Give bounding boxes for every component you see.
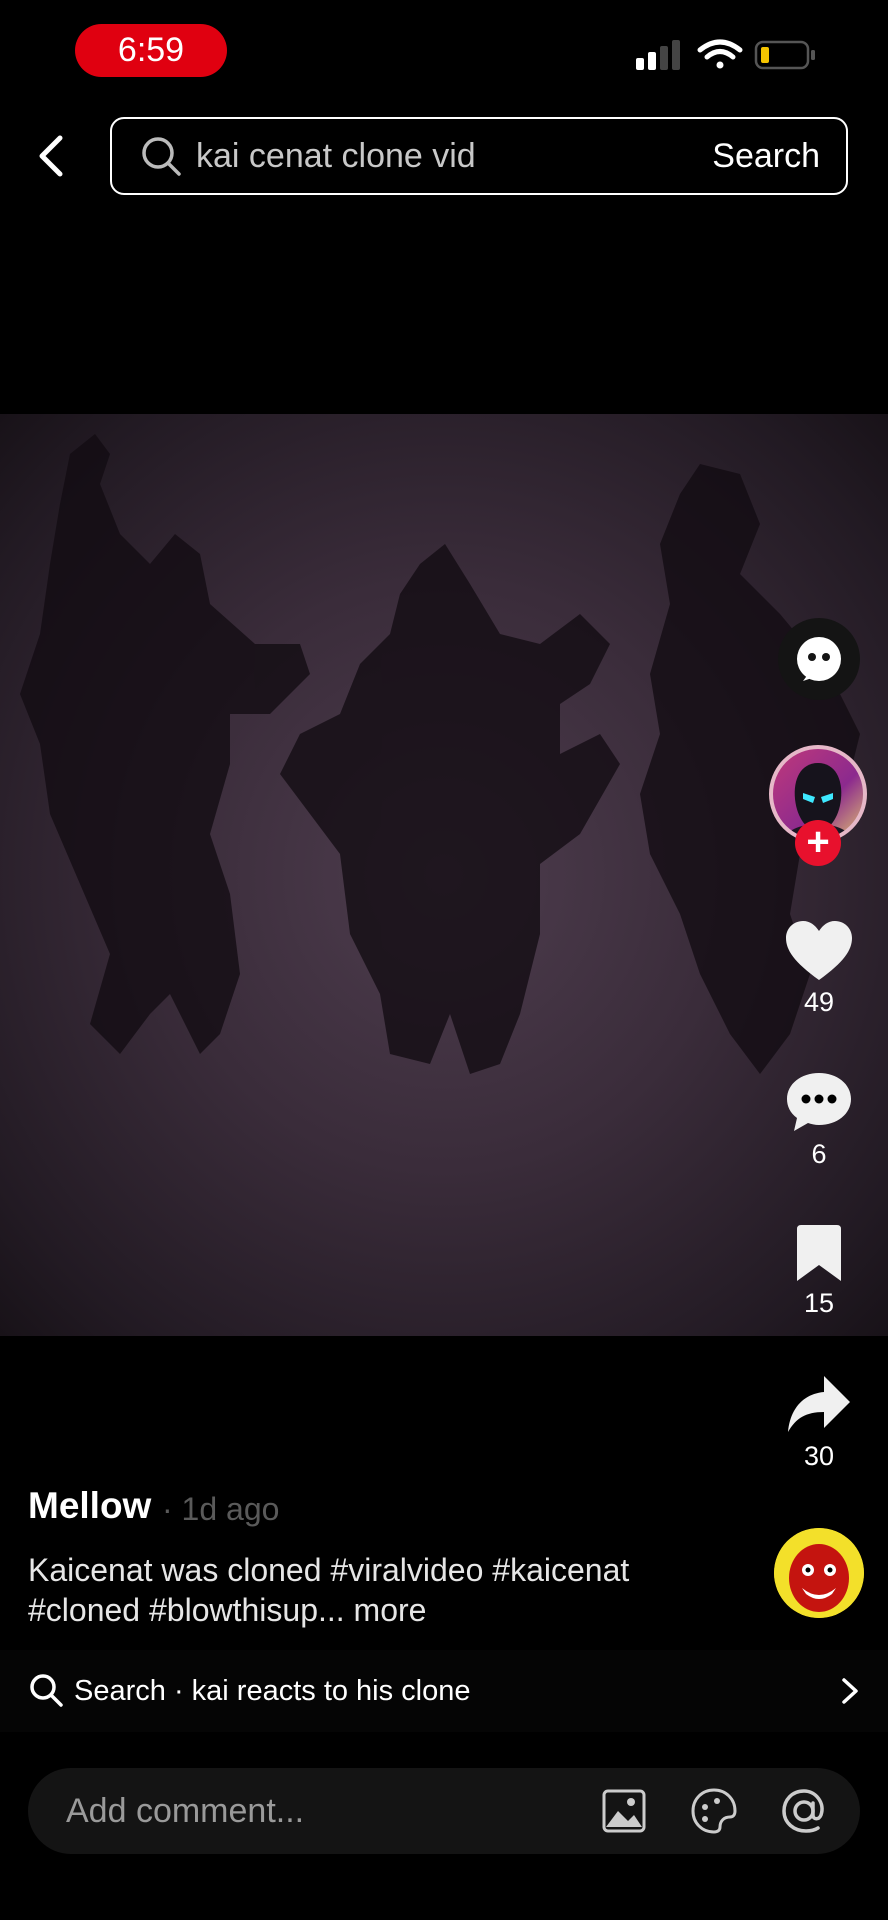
plus-icon: + xyxy=(806,820,830,864)
video-frame-silhouettes xyxy=(20,434,860,1074)
caption-more-link[interactable]: more xyxy=(354,1592,427,1628)
search-icon xyxy=(28,1672,64,1713)
status-time: 6:59 xyxy=(75,24,227,77)
heart-icon xyxy=(786,921,852,980)
sticker-icon[interactable] xyxy=(690,1787,738,1835)
comment-count: 6 xyxy=(811,1139,827,1169)
follow-button[interactable]: + xyxy=(795,820,841,866)
caption-text: Kaicenat was cloned #viralvideo #kaicena… xyxy=(28,1552,630,1628)
at-mention-icon[interactable] xyxy=(780,1787,828,1835)
chevron-right-icon xyxy=(838,1676,862,1711)
save-button[interactable]: 15 xyxy=(769,1225,869,1319)
post-caption[interactable]: Kaicenat was cloned #viralvideo #kaicena… xyxy=(28,1550,688,1630)
image-icon[interactable] xyxy=(600,1787,648,1835)
post-username[interactable]: Mellow xyxy=(28,1485,151,1527)
related-search-row[interactable]: Search · kai reacts to his clone xyxy=(0,1650,888,1732)
status-icons xyxy=(628,36,828,80)
search-bar[interactable]: kai cenat clone vid Search xyxy=(110,117,848,195)
music-disc[interactable] xyxy=(774,1528,864,1618)
search-button[interactable]: Search xyxy=(712,119,820,193)
battery-low-icon xyxy=(754,40,815,70)
sound-cover-image xyxy=(774,1528,864,1618)
ai-bot-icon xyxy=(797,637,841,681)
wifi-icon xyxy=(697,39,743,69)
comment-bubble-icon xyxy=(787,1073,851,1131)
search-input[interactable]: kai cenat clone vid xyxy=(196,119,476,193)
chevron-left-icon xyxy=(39,135,63,177)
bookmark-icon xyxy=(797,1225,841,1281)
like-count: 49 xyxy=(803,987,835,1017)
search-icon xyxy=(140,135,182,182)
comment-bar[interactable]: Add comment... xyxy=(28,1768,860,1854)
back-button[interactable] xyxy=(28,130,76,182)
ai-assistant-button[interactable] xyxy=(778,618,860,700)
comment-button[interactable]: 6 xyxy=(769,1070,869,1170)
share-button[interactable]: 30 xyxy=(769,1374,869,1472)
like-button[interactable]: 49 xyxy=(769,920,869,1018)
share-arrow-icon xyxy=(788,1376,850,1432)
share-count: 30 xyxy=(803,1441,835,1471)
signal-icon xyxy=(636,40,680,70)
related-search-text: Search · kai reacts to his clone xyxy=(74,1675,471,1707)
video-player[interactable] xyxy=(0,414,888,1336)
comment-input[interactable]: Add comment... xyxy=(66,1768,304,1854)
save-count: 15 xyxy=(803,1288,835,1318)
post-time: · 1d ago xyxy=(162,1491,280,1527)
